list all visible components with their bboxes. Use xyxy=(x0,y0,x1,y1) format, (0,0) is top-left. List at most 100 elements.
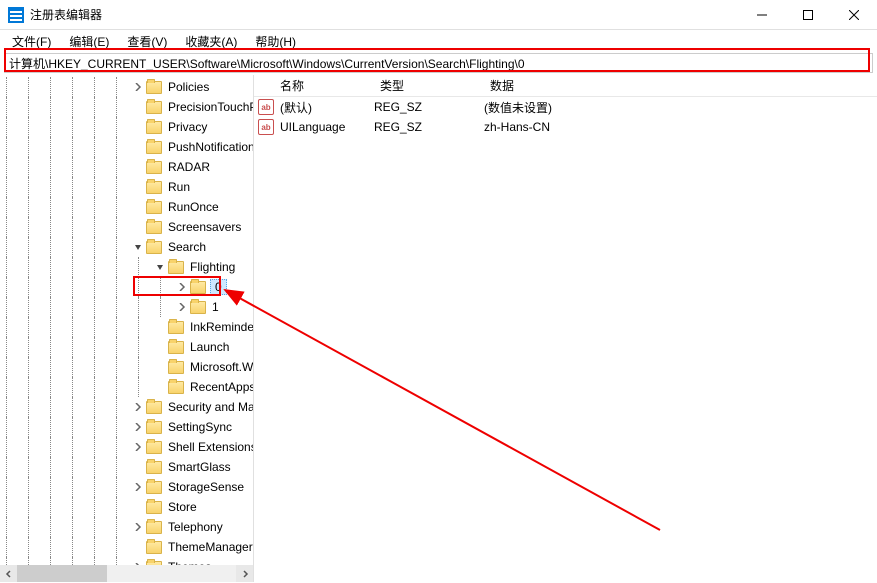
horizontal-scrollbar[interactable] xyxy=(0,565,253,582)
tree-item[interactable]: SettingSync xyxy=(0,417,253,437)
expander-icon[interactable] xyxy=(154,321,166,333)
string-value-icon: ab xyxy=(258,99,274,115)
app-icon xyxy=(8,7,24,23)
tree-item[interactable]: Search xyxy=(0,237,253,257)
tree-item[interactable]: Policies xyxy=(0,77,253,97)
address-path: 计算机\HKEY_CURRENT_USER\Software\Microsoft… xyxy=(9,55,525,72)
scroll-track[interactable] xyxy=(17,565,236,582)
expander-icon[interactable] xyxy=(132,181,144,193)
tree-item[interactable]: PushNotifications xyxy=(0,137,253,157)
tree-item[interactable]: StorageSense xyxy=(0,477,253,497)
tree-item-label: PrecisionTouchPad xyxy=(166,100,253,114)
tree-items: Policies PrecisionTouchPad PrivacyPushNoti… xyxy=(0,75,253,577)
tree-item[interactable]: Run xyxy=(0,177,253,197)
tree-item[interactable]: Microsoft.WindowsSearch xyxy=(0,357,253,377)
folder-icon xyxy=(146,481,162,494)
tree-item[interactable]: Shell Extensions xyxy=(0,437,253,457)
expander-icon[interactable] xyxy=(132,241,144,253)
expander-icon[interactable] xyxy=(154,261,166,273)
menu-view[interactable]: 查看(V) xyxy=(119,31,175,52)
folder-icon xyxy=(146,501,162,514)
folder-icon xyxy=(146,161,162,174)
folder-icon xyxy=(168,341,184,354)
tree-item-label: ThemeManager xyxy=(166,540,253,554)
list-row[interactable]: ab(默认)REG_SZ(数值未设置) xyxy=(254,97,877,117)
tree-item-label: Search xyxy=(166,240,208,254)
tree-item[interactable]: PrecisionTouchPad xyxy=(0,97,253,117)
folder-icon xyxy=(146,401,162,414)
folder-icon xyxy=(190,281,206,294)
expander-icon[interactable] xyxy=(132,541,144,553)
value-data: (数值未设置) xyxy=(484,99,877,116)
tree-item-label: Screensavers xyxy=(166,220,243,234)
menu-file[interactable]: 文件(F) xyxy=(4,31,59,52)
list-pane: 名称 类型 数据 ab(默认)REG_SZ(数值未设置)abUILanguage… xyxy=(254,75,877,582)
tree-item[interactable]: RunOnce xyxy=(0,197,253,217)
folder-icon xyxy=(168,321,184,334)
minimize-button[interactable] xyxy=(739,0,785,30)
scroll-right-button[interactable] xyxy=(236,565,253,582)
title-bar: 注册表编辑器 xyxy=(0,0,877,30)
tree-item[interactable]: Launch xyxy=(0,337,253,357)
tree-item[interactable]: Screensavers xyxy=(0,217,253,237)
tree-item[interactable]: Telephony xyxy=(0,517,253,537)
tree-item-label: SettingSync xyxy=(166,420,234,434)
expander-icon[interactable] xyxy=(132,161,144,173)
value-name: (默认) xyxy=(280,99,312,116)
expander-icon[interactable] xyxy=(132,501,144,513)
tree-item[interactable]: InkReminder xyxy=(0,317,253,337)
folder-icon xyxy=(146,461,162,474)
maximize-button[interactable] xyxy=(785,0,831,30)
tree-item-label: RecentApps xyxy=(188,380,253,394)
column-name[interactable]: 名称 xyxy=(254,77,374,94)
expander-icon[interactable] xyxy=(132,201,144,213)
tree-item-label: Telephony xyxy=(166,520,225,534)
content-area: Policies PrecisionTouchPad PrivacyPushNoti… xyxy=(0,75,877,582)
folder-icon xyxy=(146,221,162,234)
tree-item[interactable]: RADAR xyxy=(0,157,253,177)
column-data[interactable]: 数据 xyxy=(484,77,877,94)
expander-icon[interactable] xyxy=(132,461,144,473)
menu-edit[interactable]: 编辑(E) xyxy=(61,31,117,52)
expander-icon[interactable] xyxy=(176,301,188,313)
tree-item[interactable]: Security and Maintenance xyxy=(0,397,253,417)
menu-help[interactable]: 帮助(H) xyxy=(247,31,304,52)
folder-icon xyxy=(146,241,162,254)
expander-icon[interactable] xyxy=(132,101,144,113)
expander-icon[interactable] xyxy=(132,441,144,453)
list-row[interactable]: abUILanguageREG_SZzh-Hans-CN xyxy=(254,117,877,137)
expander-icon[interactable] xyxy=(132,221,144,233)
folder-icon xyxy=(146,541,162,554)
folder-icon xyxy=(146,181,162,194)
address-bar[interactable]: 计算机\HKEY_CURRENT_USER\Software\Microsoft… xyxy=(4,53,873,73)
tree-item-label: 1 xyxy=(210,300,221,314)
tree-item[interactable]: ThemeManager xyxy=(0,537,253,557)
scroll-left-button[interactable] xyxy=(0,565,17,582)
tree-item[interactable]: 1 xyxy=(0,297,253,317)
value-data: zh-Hans-CN xyxy=(484,120,877,134)
tree-item-label: Microsoft.WindowsSearch xyxy=(188,360,253,374)
close-button[interactable] xyxy=(831,0,877,30)
expander-icon[interactable] xyxy=(132,481,144,493)
tree-item[interactable]: Store xyxy=(0,497,253,517)
tree-item-label: Security and Maintenance xyxy=(166,400,253,414)
column-type[interactable]: 类型 xyxy=(374,77,484,94)
expander-icon[interactable] xyxy=(132,81,144,93)
expander-icon[interactable] xyxy=(132,121,144,133)
folder-icon xyxy=(168,361,184,374)
menu-favorites[interactable]: 收藏夹(A) xyxy=(177,31,245,52)
tree-item[interactable]: SmartGlass xyxy=(0,457,253,477)
expander-icon[interactable] xyxy=(176,281,188,293)
expander-icon[interactable] xyxy=(154,341,166,353)
scroll-thumb[interactable] xyxy=(17,565,107,582)
expander-icon[interactable] xyxy=(154,381,166,393)
expander-icon[interactable] xyxy=(132,421,144,433)
tree-item[interactable]: Flighting xyxy=(0,257,253,277)
expander-icon[interactable] xyxy=(132,521,144,533)
expander-icon[interactable] xyxy=(154,361,166,373)
expander-icon[interactable] xyxy=(132,401,144,413)
expander-icon[interactable] xyxy=(132,141,144,153)
tree-item[interactable]: 0 xyxy=(0,277,253,297)
tree-item[interactable]: Privacy xyxy=(0,117,253,137)
tree-item[interactable]: RecentApps xyxy=(0,377,253,397)
